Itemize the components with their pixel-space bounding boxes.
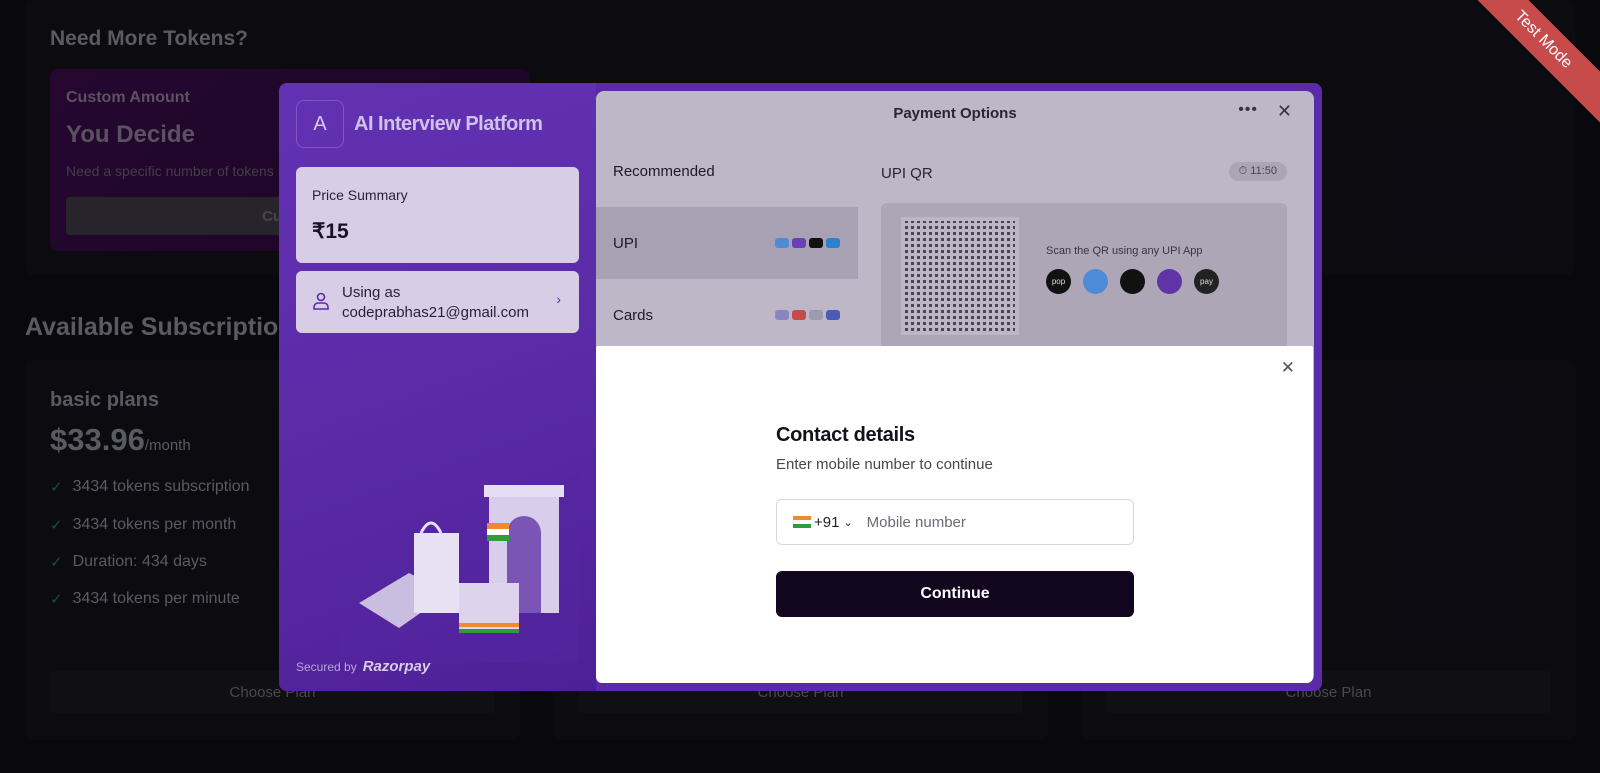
visa-icon — [775, 310, 789, 320]
upi-app-list: pop pay — [1046, 269, 1219, 294]
upi-qr-title: UPI QR — [881, 165, 933, 182]
user-email-value: codeprabhas21@gmail.com — [342, 304, 529, 321]
cred-icon — [1120, 269, 1145, 294]
more-options-icon[interactable]: ••• — [1238, 101, 1258, 119]
price-value: ₹15 — [312, 220, 349, 243]
payment-options-title: Payment Options — [893, 105, 1017, 122]
user-icon — [313, 292, 329, 310]
merchant-logo: A — [296, 100, 344, 148]
payment-method-label: UPI — [613, 234, 639, 252]
contact-subtitle: Enter mobile number to continue — [776, 456, 993, 473]
merchant-name: AI Interview Platform — [354, 113, 543, 135]
amex-icon — [809, 310, 823, 320]
qr-timer: ⏱ 11:50 — [1228, 162, 1287, 181]
timer-icon: ⏱ — [1238, 165, 1251, 177]
user-label: Using as — [342, 284, 401, 301]
mastercard-icon — [792, 310, 806, 320]
chevron-down-icon[interactable]: ⌄ — [843, 516, 852, 529]
chevron-right-icon: › — [556, 291, 561, 307]
price-summary-label: Price Summary — [312, 187, 408, 203]
india-flag-icon[interactable] — [793, 516, 811, 528]
cred-icon — [809, 238, 823, 248]
qr-code — [901, 217, 1019, 335]
pop-icon: pop — [1046, 269, 1071, 294]
price-summary-card: Price Summary ₹15 — [296, 167, 579, 263]
gpay-icon — [1083, 269, 1108, 294]
india-gate-illustration — [339, 473, 579, 663]
country-code-select[interactable]: +91 — [814, 514, 839, 531]
gpay-icon — [775, 238, 789, 248]
phonepe-icon — [1157, 269, 1182, 294]
qr-scan-text: Scan the QR using any UPI App — [1046, 245, 1203, 257]
payment-method-upi[interactable]: UPI — [596, 207, 858, 279]
secured-by-label: Secured by — [296, 659, 357, 674]
upi-app-icons — [775, 238, 840, 248]
razorpay-logo: Razorpay — [362, 658, 431, 675]
user-account-card[interactable]: Using as codeprabhas21@gmail.com › — [296, 271, 579, 333]
payment-method-label: Cards — [613, 306, 654, 324]
maestro-icon — [826, 310, 840, 320]
user-email: Using as codeprabhas21@gmail.com — [342, 283, 529, 323]
amazon-pay-icon: pay — [1194, 269, 1219, 294]
contact-details-dialog: ✕ Contact details Enter mobile number to… — [596, 346, 1313, 683]
mobile-input-group: +91 ⌄ — [776, 499, 1134, 545]
recommended-heading: Recommended — [613, 163, 715, 180]
continue-button[interactable]: Continue — [776, 571, 1134, 617]
mobile-number-input[interactable] — [866, 513, 1107, 531]
timer-value: 11:50 — [1250, 165, 1277, 177]
close-icon[interactable]: ✕ — [1277, 101, 1292, 122]
payment-method-cards[interactable]: Cards — [596, 279, 858, 351]
close-icon[interactable]: ✕ — [1281, 358, 1295, 378]
paytm-icon — [826, 238, 840, 248]
contact-title: Contact details — [776, 424, 915, 446]
card-network-icons — [775, 310, 840, 320]
secured-by: Secured by Razorpay — [296, 658, 430, 675]
phonepe-icon — [792, 238, 806, 248]
checkout-sidebar: A AI Interview Platform Price Summary ₹1… — [279, 83, 596, 691]
